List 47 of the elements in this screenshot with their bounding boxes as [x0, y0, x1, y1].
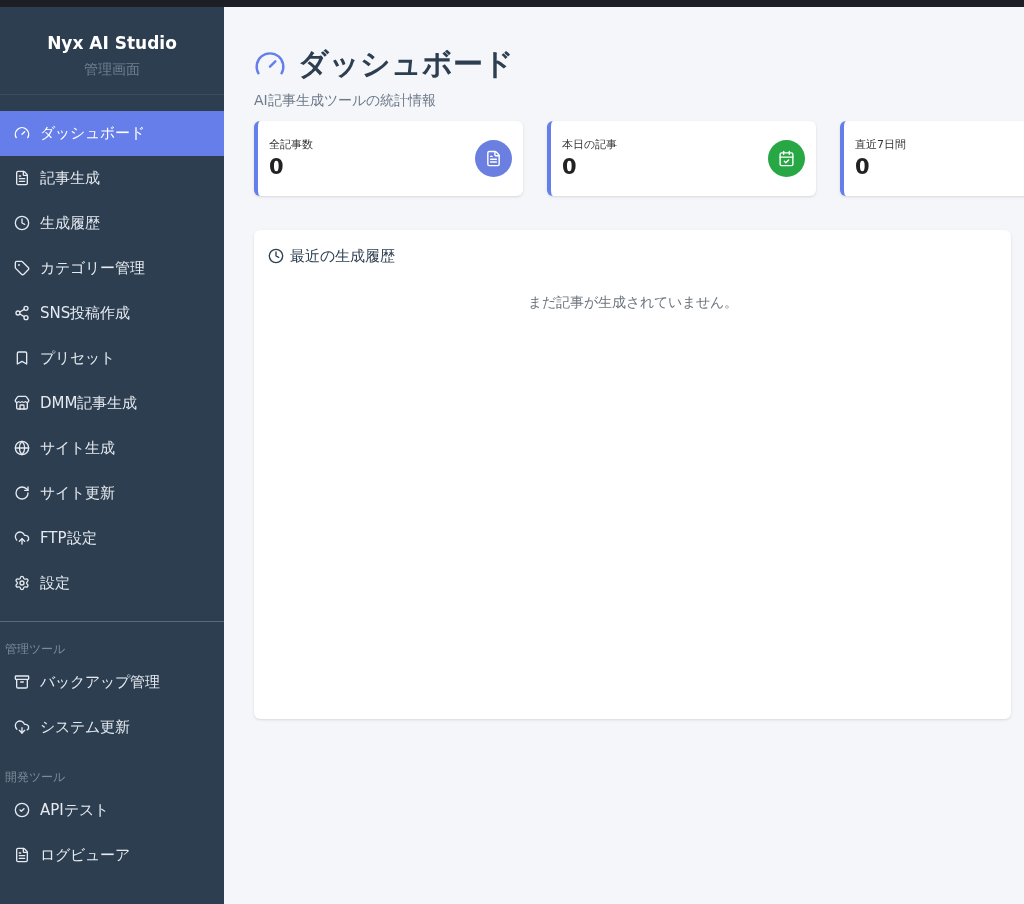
stat-label: 全記事数: [269, 137, 313, 154]
nav-item[interactable]: 生成履歴: [0, 200, 224, 246]
cloud-upload-icon: [14, 530, 30, 546]
nav-item[interactable]: ダッシュボード: [0, 110, 224, 156]
globe-icon: [14, 440, 30, 456]
stat-label: 直近7日間: [855, 137, 906, 154]
archive-icon: [14, 674, 30, 690]
nav-item[interactable]: FTP設定: [0, 515, 224, 561]
empty-message: まだ記事が生成されていません。: [526, 292, 739, 312]
document-icon: [14, 170, 30, 186]
nav-item[interactable]: DMM記事生成: [0, 380, 224, 426]
settings-icon: [14, 575, 30, 591]
document-icon: [485, 150, 502, 167]
nav-item[interactable]: プリセット: [0, 335, 224, 381]
clock-icon: [14, 215, 30, 231]
stat-value: 0: [562, 153, 578, 180]
nav-item[interactable]: サイト更新: [0, 470, 224, 516]
nav-item[interactable]: 設定: [0, 560, 224, 606]
store-icon: [14, 395, 30, 411]
nav-item[interactable]: サイト生成: [0, 425, 224, 471]
cloud-download-icon: [14, 719, 30, 735]
stat-value: 0: [855, 153, 871, 180]
page-subtitle: AI記事生成ツールの統計情報: [254, 91, 437, 110]
nav-item[interactable]: バックアップ管理: [0, 659, 224, 705]
share-icon: [14, 305, 30, 321]
nav-item[interactable]: SNS投稿作成: [0, 290, 224, 336]
page-title: ダッシュボード: [298, 45, 514, 83]
gauge-icon: [14, 125, 30, 141]
brand-title: Nyx AI Studio: [47, 32, 177, 55]
nav-item[interactable]: ログビューア: [0, 832, 224, 878]
nav-item[interactable]: 記事生成: [0, 155, 224, 201]
nav-item[interactable]: カテゴリー管理: [0, 245, 224, 291]
check-circle-icon: [14, 802, 30, 818]
section-heading: 管理ツール: [4, 640, 66, 658]
tag-icon: [14, 260, 30, 276]
refresh-icon: [14, 485, 30, 501]
clock-icon: [268, 248, 284, 265]
nav-item[interactable]: APIテスト: [0, 787, 224, 833]
nav-item[interactable]: システム更新: [0, 704, 224, 750]
section-heading: 開発ツール: [4, 768, 66, 786]
panel-title: 最近の生成履歴: [290, 246, 395, 267]
calendar-check-icon: [778, 150, 795, 167]
brand-subtitle: 管理画面: [84, 59, 140, 79]
document-icon: [14, 847, 30, 863]
stat-value: 0: [269, 153, 285, 180]
bookmark-icon: [14, 350, 30, 366]
stat-label: 本日の記事: [562, 137, 617, 154]
